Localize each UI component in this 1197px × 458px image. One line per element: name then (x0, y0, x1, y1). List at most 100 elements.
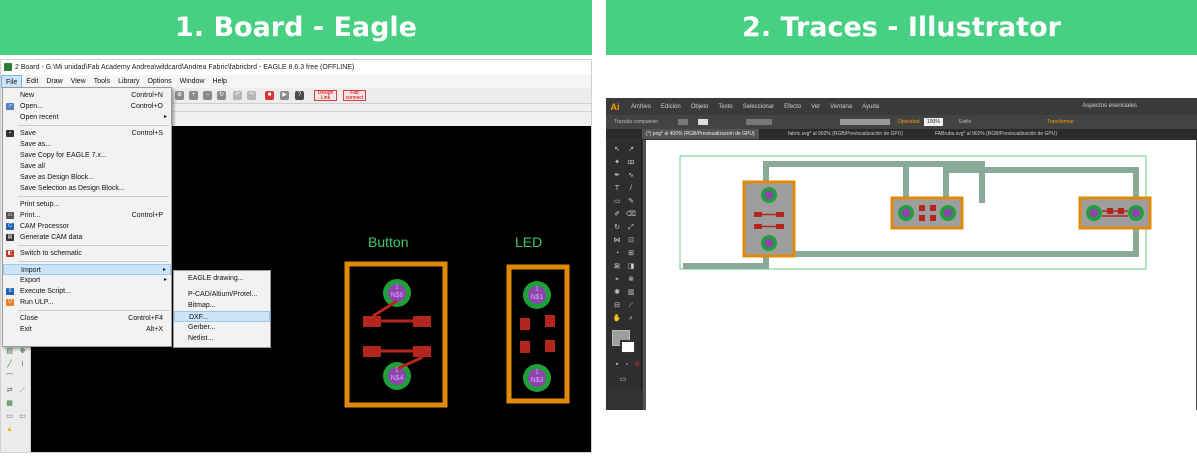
file-run-ulp-item[interactable]: U Run ULP... (3, 297, 171, 308)
file-save-copy-item[interactable]: Save Copy for EAGLE 7.x... (3, 150, 171, 161)
fab-connect-button[interactable]: Fab connect (343, 90, 366, 101)
gradient-tool-icon[interactable]: ◨ (626, 263, 636, 271)
ai-menu-seleccionar[interactable]: Seleccionar (738, 104, 779, 110)
help-icon[interactable]: ? (295, 91, 304, 100)
ai-opacity-value[interactable]: 100% (924, 118, 943, 126)
ripup-icon[interactable]: ⟋ (18, 387, 27, 395)
file-switch-schematic-item[interactable]: ◧ Switch to schematic (3, 248, 171, 259)
ai-tab-png[interactable]: (*) png* al 400% (RGB/Previsualización d… (642, 129, 759, 139)
file-save-design-block-item[interactable]: Save as Design Block... (3, 172, 171, 183)
artboard-tool-icon[interactable]: ⊟ (612, 302, 622, 310)
import-gerber-item[interactable]: Gerber... (174, 322, 270, 333)
import-bitmap-item[interactable]: Bitmap... (174, 300, 270, 311)
ai-opacity-label[interactable]: Opacidad (898, 115, 919, 129)
design-link-button[interactable]: Design Link (314, 90, 337, 101)
symbol-sprayer-tool-icon[interactable]: ✺ (612, 289, 622, 297)
blend-tool-icon[interactable]: ⊗ (626, 276, 636, 284)
go-icon[interactable]: ▶ (280, 91, 289, 100)
line-tool-icon[interactable]: / (626, 185, 636, 193)
shaper-tool-icon[interactable]: ✐ (612, 211, 622, 219)
curvature-tool-icon[interactable]: ∿ (626, 172, 636, 180)
ai-menu-ayuda[interactable]: Ayuda (857, 104, 884, 110)
free-transform-tool-icon[interactable]: ⊡ (626, 237, 636, 245)
redraw-icon[interactable]: ↻ (217, 91, 226, 100)
zoom-in-icon[interactable]: + (189, 91, 198, 100)
stroke-color-swatch[interactable] (620, 340, 636, 354)
import-netlist-item[interactable]: Netlist... (174, 333, 270, 344)
arc-icon[interactable]: ⌒ (5, 374, 14, 382)
polygon-icon[interactable]: ▦ (5, 400, 14, 408)
scale-tool-icon[interactable]: ⤢ (626, 224, 636, 232)
menu-help[interactable]: Help (209, 75, 231, 88)
route-icon[interactable]: ⌇ (18, 361, 27, 369)
file-cam-processor-item[interactable]: C CAM Processor (3, 221, 171, 232)
ai-menu-efecto[interactable]: Efecto (779, 104, 806, 110)
file-save-all-item[interactable]: Save all (3, 161, 171, 172)
file-exit-item[interactable]: Exit Alt+X (3, 324, 171, 335)
ai-menu-ver[interactable]: Ver (806, 104, 825, 110)
none-mode-icon[interactable]: ⊘ (632, 361, 642, 369)
mesh-tool-icon[interactable]: ⊠ (612, 263, 622, 271)
ai-fill-swatch[interactable] (678, 119, 688, 125)
file-save-as-item[interactable]: Save as... (3, 139, 171, 150)
redo-icon[interactable]: ↷ (247, 91, 256, 100)
file-import-item[interactable]: Import ▸ (3, 264, 171, 275)
file-open-recent-item[interactable]: Open recent ▸ (3, 112, 171, 123)
ai-tab-fabrubs[interactable]: FABrubs.svg* al 902% (RGB/Previsualizaci… (931, 129, 1061, 139)
file-print-item[interactable]: ▭ Print... Control+P (3, 210, 171, 221)
zoom-out-icon[interactable]: − (203, 91, 212, 100)
width-tool-icon[interactable]: ⋈ (612, 237, 622, 245)
zoom-fit-icon[interactable]: ⊕ (175, 91, 184, 100)
ai-menu-ventana[interactable]: Ventana (825, 104, 857, 110)
ai-stroke-weight[interactable] (746, 119, 772, 125)
ai-stroke-swatch[interactable] (698, 119, 708, 125)
drc-icon[interactable]: ▭ (5, 413, 14, 421)
file-generate-cam-item[interactable]: ▤ Generate CAM data (3, 232, 171, 243)
perspective-grid-tool-icon[interactable]: ⊞ (626, 250, 636, 258)
wire-icon[interactable]: ╱ (5, 361, 14, 369)
menu-window[interactable]: Window (176, 75, 209, 88)
erc-icon[interactable]: ▭ (18, 413, 27, 421)
file-open-item[interactable]: ↗ Open... Control+O (3, 101, 171, 112)
ai-menu-objeto[interactable]: Objeto (686, 104, 714, 110)
eraser-tool-icon[interactable]: ⌫ (626, 211, 636, 219)
import-dxf-item[interactable]: DXF... (174, 311, 270, 322)
ai-menu-edicion[interactable]: Edición (656, 104, 686, 110)
magic-wand-tool-icon[interactable]: ✦ (612, 159, 622, 167)
mirror-icon[interactable]: ⇄ (5, 387, 14, 395)
stop-icon[interactable]: ■ (265, 91, 274, 100)
rotate-tool-icon[interactable]: ↻ (612, 224, 622, 232)
file-print-setup-item[interactable]: Print setup... (3, 199, 171, 210)
warning-icon[interactable]: ▲ (5, 426, 14, 434)
file-execute-script-item[interactable]: S Execute Script... (3, 286, 171, 297)
ai-menu-archivo[interactable]: Archivo (626, 104, 656, 110)
screen-mode-icon[interactable]: ▭ (618, 376, 628, 384)
ai-brush-definition[interactable] (840, 119, 890, 125)
type-tool-icon[interactable]: T (612, 185, 622, 193)
selection-tool-icon[interactable]: ↖ (612, 146, 622, 154)
pen-tool-icon[interactable]: ✒ (612, 172, 622, 180)
color-mode-icon[interactable]: ▪ (612, 361, 622, 369)
file-export-item[interactable]: Export ▸ (3, 275, 171, 286)
paintbrush-tool-icon[interactable]: ✎ (626, 198, 636, 206)
ai-artboard[interactable] (646, 140, 1196, 410)
file-new-item[interactable]: New Control+N (3, 90, 171, 101)
direct-selection-tool-icon[interactable]: ↗ (626, 146, 636, 154)
undo-icon[interactable]: ↶ (233, 91, 242, 100)
file-close-item[interactable]: Close Control+F4 (3, 313, 171, 324)
ai-menu-texto[interactable]: Texto (713, 104, 737, 110)
import-eagle-drawing-item[interactable]: EAGLE drawing... (174, 273, 270, 284)
shape-builder-tool-icon[interactable]: ◔ (612, 250, 622, 258)
ai-canvas[interactable] (643, 140, 1197, 410)
zoom-tool-icon[interactable]: ⌕ (626, 315, 636, 323)
import-pcad-item[interactable]: P-CAD/Altium/Protel... (174, 289, 270, 300)
layer-icon[interactable]: ▤ (5, 348, 14, 356)
slice-tool-icon[interactable]: ⟋ (626, 302, 636, 310)
hand-tool-icon[interactable]: ✋ (612, 315, 622, 323)
ai-tab-fabric[interactable]: fabric.svg* al 902% (RGB/Previsualizació… (784, 129, 907, 139)
move-icon[interactable]: ✥ (18, 348, 27, 356)
rectangle-tool-icon[interactable]: ▭ (612, 198, 622, 206)
gradient-mode-icon[interactable]: ▫ (622, 361, 632, 369)
column-graph-tool-icon[interactable]: ▥ (626, 289, 636, 297)
ai-workspace-switcher[interactable]: Aspectos esenciales (1082, 98, 1137, 115)
